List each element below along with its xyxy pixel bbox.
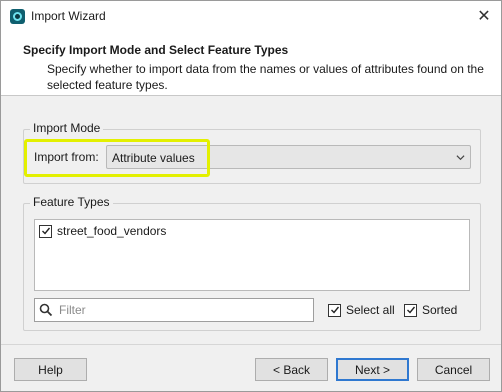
cancel-button[interactable]: Cancel: [417, 358, 490, 381]
import-mode-group-label: Import Mode: [30, 121, 104, 135]
feature-type-checkbox[interactable]: [39, 224, 52, 238]
select-all-option[interactable]: Select all: [328, 303, 395, 317]
next-button[interactable]: Next >: [336, 358, 409, 381]
check-icon: [41, 227, 50, 235]
help-button[interactable]: Help: [14, 358, 87, 381]
title-bar: Import Wizard ✕: [1, 1, 501, 32]
feature-types-list[interactable]: street_food_vendors: [34, 219, 470, 291]
footer-divider: [1, 344, 501, 345]
sorted-label: Sorted: [422, 303, 458, 317]
window-title: Import Wizard: [31, 9, 106, 23]
page-description: Specify whether to import data from the …: [47, 62, 484, 92]
check-icon: [330, 306, 339, 314]
app-logo-icon: [10, 9, 25, 24]
import-wizard-window: Import Wizard ✕ Specify Import Mode and …: [0, 0, 502, 392]
sorted-option[interactable]: Sorted: [404, 303, 457, 317]
wizard-header: Specify Import Mode and Select Feature T…: [1, 32, 501, 96]
filter-input[interactable]: [57, 302, 307, 318]
page-title: Specify Import Mode and Select Feature T…: [23, 43, 289, 57]
select-all-label: Select all: [346, 303, 395, 317]
close-icon[interactable]: ✕: [471, 3, 497, 29]
filter-field[interactable]: [34, 298, 314, 322]
feature-types-group-label: Feature Types: [30, 195, 113, 209]
highlight-box: [24, 139, 210, 177]
list-item[interactable]: street_food_vendors: [39, 224, 166, 238]
select-all-checkbox[interactable]: [328, 303, 341, 317]
chevron-down-icon: [456, 155, 465, 161]
search-icon: [39, 303, 53, 317]
sorted-checkbox[interactable]: [404, 303, 417, 317]
back-button[interactable]: < Back: [255, 358, 328, 381]
feature-type-label: street_food_vendors: [57, 224, 167, 238]
check-icon: [406, 306, 415, 314]
